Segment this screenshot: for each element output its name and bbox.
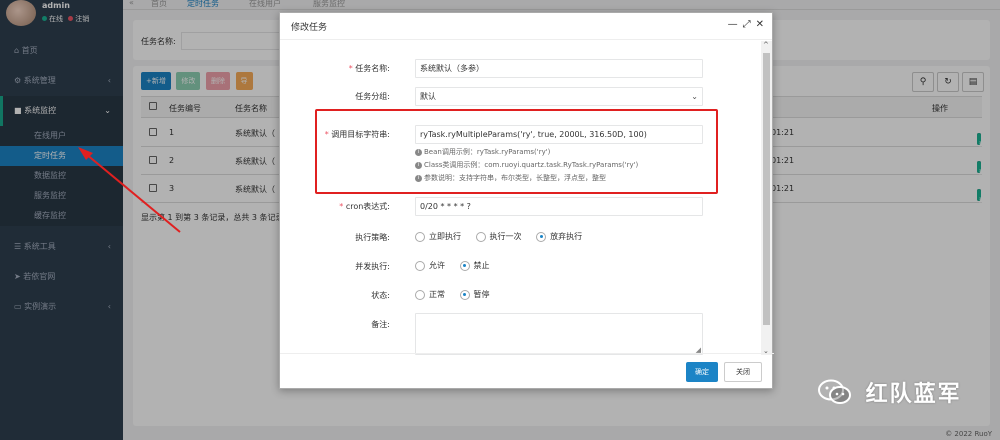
policy-label: 执行策略:: [355, 233, 390, 242]
task-group-value: 默认: [420, 92, 436, 101]
dialog-footer: 确定 关闭: [280, 353, 774, 388]
policy-abandon-radio[interactable]: 放弃执行: [536, 231, 582, 242]
task-group-select[interactable]: 默认 ⌄: [415, 87, 703, 106]
scroll-thumb[interactable]: [763, 53, 770, 325]
dialog-controls: — ⤢ ✕: [723, 19, 764, 30]
edit-task-dialog: 修改任务 — ⤢ ✕ * 任务名称: 系统默认（多参） 任务分组: 默认 ⌄ * 调用…: [279, 12, 774, 389]
status-label: 状态:: [371, 291, 390, 300]
task-name-input[interactable]: 系统默认（多参）: [415, 59, 703, 78]
watermark: 红队蓝军: [818, 376, 962, 412]
concurrent-forbid-radio[interactable]: 禁止: [459, 260, 490, 271]
status-normal-radio[interactable]: 正常: [415, 289, 445, 300]
dialog-body: * 任务名称: 系统默认（多参） 任务分组: 默认 ⌄ * 调用目标字符串: ry…: [280, 41, 762, 355]
policy-immediate-radio[interactable]: 立即执行: [415, 231, 461, 242]
status-paused-radio[interactable]: 暂停: [459, 289, 490, 300]
maximize-icon[interactable]: ⤢: [743, 19, 751, 30]
remark-textarea[interactable]: ◢: [415, 313, 703, 355]
concurrent-label: 并发执行:: [355, 262, 390, 271]
close-button[interactable]: 关闭: [724, 362, 762, 382]
dialog-title: 修改任务: [291, 23, 328, 33]
wechat-icon: [818, 379, 851, 404]
status-radios: 正常 暂停: [415, 289, 502, 300]
highlight-box: [315, 109, 718, 194]
remark-label: 备注:: [371, 320, 390, 329]
dialog-scrollbar[interactable]: ^ ⌄: [761, 41, 772, 355]
cron-input[interactable]: 0/20 * * * * ?: [415, 197, 703, 216]
policy-radios: 立即执行 执行一次 放弃执行: [415, 231, 594, 242]
concurrent-allow-radio[interactable]: 允许: [415, 260, 445, 271]
minimize-icon[interactable]: —: [728, 19, 738, 30]
close-icon[interactable]: ✕: [756, 19, 764, 30]
confirm-button[interactable]: 确定: [686, 362, 718, 382]
policy-once-radio[interactable]: 执行一次: [475, 231, 522, 242]
task-name-label: * 任务名称:: [348, 64, 390, 73]
concurrent-radios: 允许 禁止: [415, 260, 502, 271]
watermark-text: 红队蓝军: [865, 382, 962, 407]
scroll-up-icon[interactable]: ^: [763, 41, 769, 49]
task-group-label: 任务分组:: [355, 92, 390, 101]
dialog-header: 修改任务 — ⤢ ✕: [280, 13, 772, 40]
chevron-down-icon: ⌄: [691, 92, 698, 101]
cron-label: * cron表达式:: [339, 202, 390, 211]
